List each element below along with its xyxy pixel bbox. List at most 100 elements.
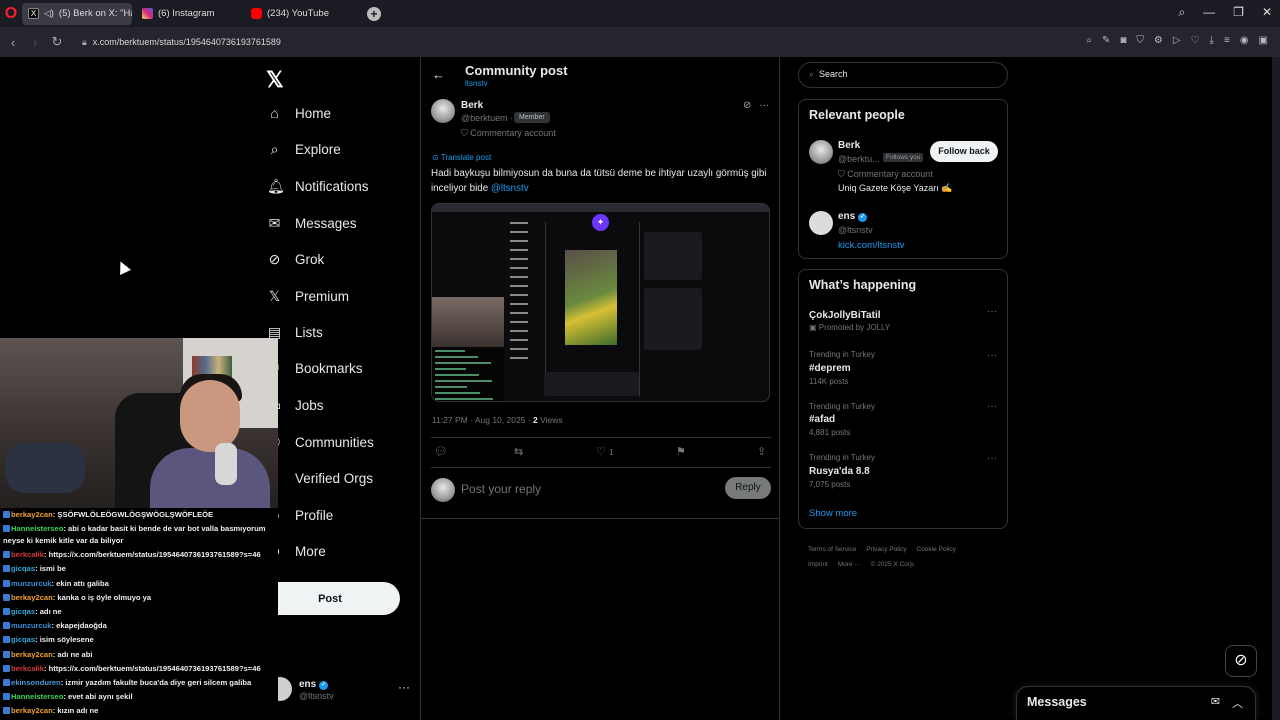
x-logo-icon[interactable]: 𝕏 — [266, 67, 284, 93]
nav-verified-orgs[interactable]: ϟVerified Orgs — [267, 470, 373, 486]
download-icon[interactable]: ⤓ — [1210, 35, 1214, 46]
trend-name[interactable]: #afad — [809, 414, 835, 425]
footer-link[interactable]: Imprint — [808, 561, 828, 568]
bookmark-icon[interactable]: ⚑ — [676, 445, 686, 458]
chat-username[interactable]: gicqas — [11, 564, 35, 573]
tab-instagram[interactable]: (6) Instagram — [136, 3, 241, 25]
person-handle[interactable]: @berktu... — [838, 154, 880, 164]
minimize-icon[interactable]: — — [1203, 5, 1215, 20]
post-button[interactable]: Post — [260, 582, 400, 615]
chat-username[interactable]: gicqas — [11, 635, 35, 644]
play-icon[interactable]: ▷ — [1173, 35, 1181, 46]
post-actions: 💬︎ ⇆ ♡ 1 ⚑ ⇪ — [434, 445, 770, 459]
more-dots-icon[interactable]: ··· — [987, 401, 997, 412]
messages-drawer[interactable]: Messages ✉ ︿ — [1016, 686, 1256, 720]
chat-username[interactable]: berkay2can — [11, 650, 53, 659]
url-field[interactable]: x.com/berktuem/status/195464073619376158… — [93, 37, 281, 47]
speaker-icon[interactable]: ◁) — [44, 8, 54, 19]
maximize-icon[interactable]: ❐ — [1233, 5, 1244, 20]
new-message-icon[interactable]: ✉ — [1211, 695, 1220, 711]
new-tab-button[interactable]: + — [367, 6, 381, 21]
camera-icon[interactable]: ◙ — [1120, 35, 1126, 46]
trend-name[interactable]: Rusya'da 8.8 — [809, 466, 870, 477]
find-icon[interactable]: ⌕ — [1086, 35, 1092, 46]
person-name[interactable]: ens ✓ — [838, 211, 868, 222]
footer-more-link[interactable]: More ··· — [838, 561, 861, 568]
more-dots-icon[interactable]: ··· — [759, 100, 769, 111]
post-time[interactable]: 11:27 PM · Aug 10, 2025 · — [432, 415, 533, 425]
nav-explore[interactable]: ⌕ Explore — [267, 141, 341, 158]
nav-home[interactable]: ⌂ Home — [267, 105, 331, 121]
footer-link[interactable]: Privacy Policy — [866, 546, 906, 553]
grok-icon[interactable]: ⊘ — [1225, 645, 1257, 677]
follow-back-button[interactable]: Follow back — [930, 141, 998, 162]
chat-username[interactable]: Hanneisterseo — [11, 692, 63, 701]
avatar[interactable] — [809, 211, 833, 235]
chat-username[interactable]: berkay2can — [11, 706, 53, 715]
more-dots-icon[interactable]: ··· — [987, 453, 997, 464]
community-link[interactable]: ltsnstv — [465, 79, 488, 88]
avatar[interactable] — [431, 99, 455, 123]
chat-username[interactable]: munzurcuk — [11, 621, 52, 630]
search-tabs-icon[interactable]: ⌕ — [1178, 5, 1185, 20]
more-dots-icon[interactable]: ··· — [987, 306, 997, 317]
chat-username[interactable]: gicqas — [11, 607, 35, 616]
grok-icon[interactable]: ⊘ — [743, 100, 751, 111]
extensions-icon[interactable]: ▣ — [1259, 35, 1268, 46]
heart-icon[interactable]: ♡ — [1191, 35, 1200, 46]
opera-logo-icon[interactable]: O — [0, 0, 22, 27]
chat-username[interactable]: berkcalik — [11, 664, 44, 673]
search-input[interactable]: ⌕ Search — [798, 62, 1008, 88]
post-author-name[interactable]: Berk — [461, 100, 483, 111]
edit-icon[interactable]: ✎ — [1102, 35, 1110, 46]
profile-icon[interactable]: ◉ — [1240, 35, 1249, 46]
translate-link[interactable]: ⊙ Translate post — [432, 153, 491, 162]
nav-communities[interactable]: ⚇Communities — [267, 434, 374, 451]
mention-link[interactable]: @ltsnstv — [491, 183, 529, 194]
reply-icon[interactable]: 💬︎ — [434, 445, 448, 458]
tab-x[interactable]: X ◁) (5) Berk on X: "Hadi b — [22, 2, 132, 25]
chat-username[interactable]: munzurcuk — [11, 579, 52, 588]
post-author-handle[interactable]: @berktuem · — [461, 113, 513, 123]
vpn-icon[interactable]: ⚙ — [1154, 35, 1163, 46]
back-arrow-icon[interactable]: ← — [432, 67, 445, 82]
nav-bookmarks[interactable]: ⚑Bookmarks — [267, 360, 362, 377]
chat-message: gicqas: ismi be — [0, 562, 278, 576]
shield-icon[interactable]: ⛉ — [1136, 35, 1144, 46]
more-dots-icon[interactable]: ··· — [398, 680, 410, 694]
trend-name[interactable]: #deprem — [809, 363, 851, 374]
repost-icon[interactable]: ⇆ — [514, 445, 523, 458]
reply-input[interactable]: Post your reply — [461, 482, 541, 496]
chat-username[interactable]: ekinsonduren — [11, 678, 61, 687]
chevron-up-icon[interactable]: ︿ — [1232, 695, 1243, 711]
trend-name[interactable]: ÇokJollyBiTatil — [809, 310, 881, 321]
person-name[interactable]: Berk — [838, 140, 860, 151]
menu-icon[interactable]: ≡ — [1224, 35, 1230, 46]
chat-username[interactable]: berkay2can — [11, 593, 53, 602]
avatar[interactable] — [809, 140, 833, 164]
person-link[interactable]: kick.com/ltsnstv — [838, 240, 905, 251]
more-dots-icon[interactable]: ··· — [987, 350, 997, 361]
chat-username[interactable]: berkcalik — [11, 550, 44, 559]
chat-username[interactable]: Hanneisterseo — [11, 524, 63, 533]
share-icon[interactable]: ⇪ — [757, 445, 766, 458]
nav-notifications[interactable]: 🔔︎ Notifications — [267, 178, 369, 195]
reply-button[interactable]: Reply — [725, 477, 771, 499]
post-image[interactable]: ✦ — [431, 203, 770, 402]
forward-icon[interactable]: › — [24, 35, 46, 50]
tab-youtube[interactable]: (234) YouTube — [245, 3, 355, 25]
post-body: Hadi baykuşu bilmiyosun da buna da tütsü… — [431, 168, 767, 194]
footer-link[interactable]: Cookie Policy — [917, 546, 956, 553]
nav-messages[interactable]: ✉ Messages — [267, 215, 357, 232]
show-more-link[interactable]: Show more — [809, 508, 857, 519]
like-button[interactable]: ♡ 1 — [596, 445, 613, 458]
nav-grok[interactable]: ⊘ Grok — [267, 251, 325, 268]
reload-icon[interactable]: ↻ — [46, 34, 68, 50]
nav-premium[interactable]: 𝕏 Premium — [267, 288, 349, 305]
chat-username[interactable]: berkay2can — [11, 510, 53, 519]
account-switcher[interactable]: ens ✓ @ltsnstv ··· — [268, 677, 418, 707]
footer-link[interactable]: Terms of Service — [808, 546, 856, 553]
back-icon[interactable]: ‹ — [2, 35, 24, 50]
close-icon[interactable]: ✕ — [1262, 5, 1272, 20]
person-handle[interactable]: @ltsnstv — [838, 225, 873, 235]
